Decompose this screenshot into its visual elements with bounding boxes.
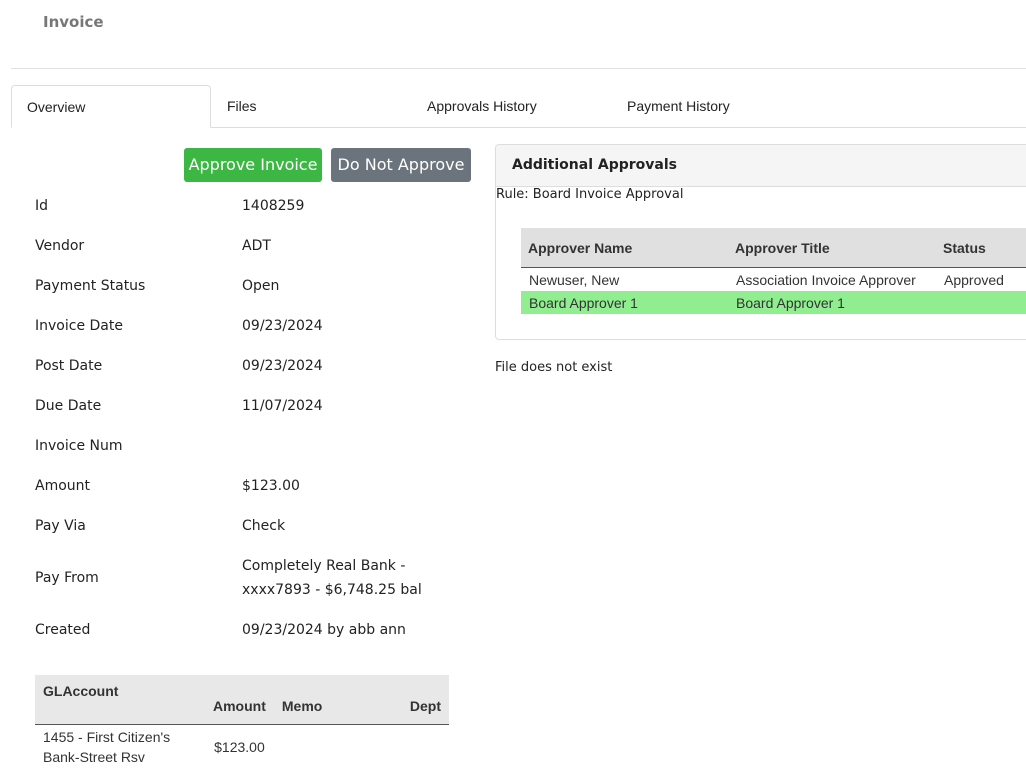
file-status-message: File does not exist: [495, 358, 612, 378]
approvers-table: Approver Name Approver Title Status Newu…: [521, 228, 1026, 314]
approver-name: Newuser, New: [521, 268, 728, 292]
pay-from-line: Completely Real Bank -: [242, 554, 422, 578]
table-row: Board Approver 1 Board Approver 1: [521, 291, 1026, 314]
field-label-pay-via: Pay Via: [35, 514, 86, 538]
approve-invoice-button[interactable]: Approve Invoice: [184, 148, 322, 182]
field-label-vendor: Vendor: [35, 234, 84, 258]
gl-account-table: GLAccount Amount Memo Dept 1455 - First …: [35, 675, 449, 769]
approver-status: [936, 291, 1026, 314]
tab-overview[interactable]: Overview: [11, 85, 211, 128]
approval-rule: Rule: Board Invoice Approval: [496, 185, 683, 205]
field-label-pay-from: Pay From: [35, 566, 99, 590]
page-title: Invoice: [43, 13, 104, 31]
field-value-amount: $123.00: [242, 474, 300, 498]
tab-approvals-history[interactable]: Approvals History: [427, 85, 537, 127]
field-value-created: 09/23/2024 by abb ann: [242, 618, 406, 642]
do-not-approve-button[interactable]: Do Not Approve: [331, 148, 471, 182]
gl-account-line: Bank-Street Rsv: [43, 747, 197, 767]
tab-payment-history[interactable]: Payment History: [627, 85, 730, 127]
gl-header-dept[interactable]: Dept: [369, 675, 449, 725]
field-label-payment-status: Payment Status: [35, 274, 145, 298]
title-divider: [11, 68, 1026, 69]
approvers-header-row: Approver Name Approver Title Status: [521, 228, 1026, 268]
gl-header-memo[interactable]: Memo: [274, 675, 369, 725]
table-row: 1455 - First Citizen's Bank-Street Rsv $…: [35, 725, 449, 769]
additional-approvals-title: Additional Approvals: [496, 145, 1026, 187]
approver-title: Association Invoice Approver: [728, 268, 936, 292]
field-label-due-date: Due Date: [35, 394, 101, 418]
gl-account-line: 1455 - First Citizen's: [43, 727, 197, 747]
gl-cell-dept: [369, 725, 449, 769]
field-label-amount: Amount: [35, 474, 90, 498]
field-label-invoice-date: Invoice Date: [35, 314, 123, 338]
field-label-invoice-num: Invoice Num: [35, 434, 123, 458]
field-label-created: Created: [35, 618, 90, 642]
approvers-header-status[interactable]: Status: [936, 228, 1026, 268]
field-value-vendor: ADT: [242, 234, 271, 258]
gl-cell-memo: [274, 725, 369, 769]
approver-status: Approved: [936, 268, 1026, 292]
gl-cell-glaccount: 1455 - First Citizen's Bank-Street Rsv: [35, 725, 205, 769]
gl-table-header-row: GLAccount Amount Memo Dept: [35, 675, 449, 725]
field-value-post-date: 09/23/2024: [242, 354, 323, 378]
approvers-header-title[interactable]: Approver Title: [728, 228, 936, 268]
gl-header-glaccount[interactable]: GLAccount: [35, 675, 205, 725]
approvers-header-name[interactable]: Approver Name: [521, 228, 728, 268]
field-value-due-date: 11/07/2024: [242, 394, 323, 418]
field-value-id: 1408259: [242, 194, 304, 218]
gl-cell-amount: $123.00: [205, 725, 274, 769]
field-value-invoice-date: 09/23/2024: [242, 314, 323, 338]
field-label-post-date: Post Date: [35, 354, 102, 378]
pay-from-line: xxxx7893 - $6,748.25 bal: [242, 578, 422, 602]
table-row: Newuser, New Association Invoice Approve…: [521, 268, 1026, 292]
approver-name: Board Approver 1: [521, 291, 728, 314]
approver-title: Board Approver 1: [728, 291, 936, 314]
field-value-pay-from: Completely Real Bank - xxxx7893 - $6,748…: [242, 554, 422, 602]
field-label-id: Id: [35, 194, 48, 218]
tab-files[interactable]: Files: [227, 85, 257, 127]
gl-header-amount[interactable]: Amount: [205, 675, 274, 725]
field-value-payment-status: Open: [242, 274, 279, 298]
field-value-pay-via: Check: [242, 514, 285, 538]
